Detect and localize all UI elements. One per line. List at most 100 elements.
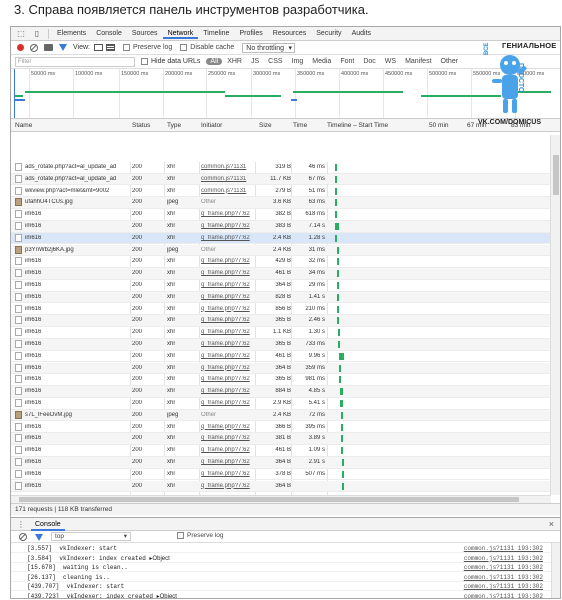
- request-initiator[interactable]: q_frame.php?7:62: [201, 388, 257, 394]
- column-header-status[interactable]: Status: [132, 122, 150, 129]
- table-row[interactable]: im616 200 xhr q_frame.php?7:62 366 B 395 ms: [11, 422, 551, 434]
- overview-icon[interactable]: [106, 44, 115, 51]
- table-row[interactable]: im616 200 xhr q_frame.php?7:62 365 B 981 ms: [11, 374, 551, 386]
- request-name[interactable]: im616: [25, 447, 137, 453]
- throttling-select[interactable]: No throttling: [242, 42, 296, 53]
- table-row[interactable]: im616 200 xhr q_frame.php?7:62 365 B 2.46 s: [11, 315, 551, 327]
- console-filter-icon[interactable]: [35, 534, 43, 541]
- request-initiator[interactable]: common.js?1131: [201, 164, 257, 170]
- request-initiator[interactable]: q_frame.php?7:62: [201, 306, 257, 312]
- console-source-link[interactable]: common.js?1131 193:302: [464, 583, 543, 590]
- column-header-time[interactable]: Time: [293, 122, 307, 129]
- table-row[interactable]: s7L_lFeeOvM.jpg 200 jpeg Other 2.4 KB 72 ms: [11, 409, 551, 422]
- request-initiator[interactable]: q_frame.php?7:62: [201, 376, 257, 382]
- request-name[interactable]: im616: [25, 258, 137, 264]
- tab-elements[interactable]: Elements: [52, 30, 91, 37]
- disable-cache-checkbox[interactable]: [180, 44, 188, 51]
- filter-type-other[interactable]: Other: [437, 58, 463, 65]
- request-name[interactable]: wkview.php?act=mlet&mt=9002: [25, 188, 137, 194]
- request-name[interactable]: im616: [25, 424, 137, 430]
- request-initiator[interactable]: q_frame.php?7:62: [201, 329, 257, 335]
- request-initiator[interactable]: q_frame.php?7:62: [201, 294, 257, 300]
- tab-security[interactable]: Security: [311, 30, 346, 37]
- tab-timeline[interactable]: Timeline: [198, 30, 234, 37]
- table-row[interactable]: p3YnWb2j6KA.jpg 200 jpeg Other 2.4 KB 31 ms: [11, 244, 551, 257]
- table-row[interactable]: im616 200 xhr q_frame.php?7:62 382 B 618 ms: [11, 209, 551, 221]
- request-name[interactable]: im616: [25, 306, 137, 312]
- table-row[interactable]: wkview.php?act=mlet&mt=9002 200 xhr common.…: [11, 186, 551, 198]
- table-row[interactable]: im616 200 xhr q_frame.php?7:62 429 B 32 ms: [11, 256, 551, 268]
- request-name[interactable]: im616: [25, 317, 137, 323]
- console-preserve-log-option[interactable]: Preserve log: [177, 532, 224, 539]
- table-row[interactable]: ads_rotate.php?act=al_update_ad 200 xhr com…: [11, 173, 551, 186]
- request-name[interactable]: im616: [25, 329, 137, 335]
- request-name[interactable]: im616: [25, 294, 137, 300]
- filter-type-xhr[interactable]: XHR: [223, 58, 246, 65]
- table-row[interactable]: im616 200 xhr q_frame.php?7:62 378 B 507 ms: [11, 469, 551, 481]
- request-initiator[interactable]: q_frame.php?7:62: [201, 471, 257, 477]
- close-icon[interactable]: ×: [549, 519, 554, 529]
- request-initiator[interactable]: q_frame.php?7:62: [201, 365, 257, 371]
- filter-type-img[interactable]: Img: [288, 58, 308, 65]
- tab-network[interactable]: Network: [162, 29, 199, 39]
- filter-icon[interactable]: [59, 44, 67, 51]
- request-initiator[interactable]: q_frame.php?7:62: [201, 353, 257, 359]
- request-name[interactable]: s7L_lFeeOvM.jpg: [25, 412, 137, 418]
- hide-data-urls-checkbox[interactable]: [141, 58, 148, 65]
- request-name[interactable]: im616: [25, 471, 137, 477]
- request-name[interactable]: ads_rotate.php?act=al_update_ad: [25, 164, 137, 170]
- console-preserve-log-checkbox[interactable]: [177, 532, 184, 539]
- request-initiator[interactable]: q_frame.php?7:62: [201, 317, 257, 323]
- inspect-element-icon[interactable]: ⬚: [16, 29, 26, 39]
- request-initiator[interactable]: q_frame.php?7:62: [201, 211, 257, 217]
- filter-input[interactable]: Filter: [15, 56, 135, 67]
- context-select[interactable]: top: [51, 532, 131, 541]
- filter-type-all[interactable]: All: [206, 57, 223, 65]
- console-source-link[interactable]: common.js?1131 193:302: [464, 574, 543, 581]
- table-row[interactable]: im616 200 xhr q_frame.php?7:62 461 B 34 ms: [11, 268, 551, 280]
- tab-resources[interactable]: Resources: [268, 30, 311, 37]
- column-header-size[interactable]: Size: [259, 122, 272, 129]
- screenshot-icon[interactable]: [44, 44, 53, 51]
- table-row[interactable]: im616 200 xhr q_frame.php?7:62 364 B 29 ms: [11, 280, 551, 292]
- request-name[interactable]: ufahhU4TCUs.jpg: [25, 199, 137, 205]
- table-row[interactable]: im616 200 xhr q_frame.php?7:62 828 B 1.41 s: [11, 291, 551, 304]
- console-source-link[interactable]: common.js?1131 193:302: [464, 545, 543, 552]
- tab-profiles[interactable]: Profiles: [234, 30, 267, 37]
- request-initiator[interactable]: q_frame.php?7:62: [201, 223, 257, 229]
- request-initiator[interactable]: q_frame.php?7:62: [201, 459, 257, 465]
- device-mode-icon[interactable]: ▯: [32, 29, 42, 39]
- tab-audits[interactable]: Audits: [347, 30, 376, 37]
- clear-icon[interactable]: [30, 43, 38, 52]
- drawer-menu-icon[interactable]: ⋮: [17, 520, 25, 529]
- filter-type-font[interactable]: Font: [336, 58, 358, 65]
- table-row[interactable]: im616 200 xhr q_frame.php?7:62 856 B 210 ms: [11, 304, 551, 316]
- console-source-link[interactable]: common.js?1131 193:302: [464, 564, 543, 571]
- filter-type-js[interactable]: JS: [247, 58, 263, 65]
- request-name[interactable]: im616: [25, 459, 137, 465]
- console-source-link[interactable]: common.js?1131 193:302: [464, 555, 543, 562]
- table-row[interactable]: im616 200 xhr q_frame.php?7:62 1.1 KB 1.30 s: [11, 327, 551, 339]
- grid-horizontal-scrollbar[interactable]: [11, 495, 551, 503]
- request-initiator[interactable]: q_frame.php?7:62: [201, 424, 257, 430]
- table-row[interactable]: im616 200 xhr q_frame.php?7:62 381 B 3.89 s: [11, 433, 551, 445]
- request-name[interactable]: p3YnWb2j6KA.jpg: [25, 247, 137, 253]
- record-icon[interactable]: [17, 44, 24, 51]
- request-initiator[interactable]: q_frame.php?7:62: [201, 258, 257, 264]
- console-object-expander[interactable]: ▸Object: [149, 556, 169, 562]
- preserve-log-checkbox[interactable]: [123, 44, 130, 51]
- request-name[interactable]: im616: [25, 211, 137, 217]
- filter-type-manifest[interactable]: Manifest: [401, 58, 435, 65]
- clear-console-icon[interactable]: [19, 533, 27, 541]
- table-row[interactable]: im616 200 xhr q_frame.php?7:62 365 B 733 ms: [11, 339, 551, 351]
- table-row[interactable]: im616 200 xhr q_frame.php?7:62 364 B 2.91 s: [11, 457, 551, 469]
- tab-console[interactable]: Console: [91, 30, 127, 37]
- tab-console[interactable]: Console: [31, 518, 65, 531]
- request-name[interactable]: im616: [25, 235, 137, 241]
- column-header-time-marker[interactable]: 50 min: [429, 122, 449, 129]
- console-object-expander[interactable]: ▸Object: [157, 594, 177, 598]
- request-initiator[interactable]: q_frame.php?7:62: [201, 400, 257, 406]
- request-initiator[interactable]: q_frame.php?7:62: [201, 435, 257, 441]
- request-name[interactable]: im616: [25, 483, 137, 489]
- request-name[interactable]: im616: [25, 400, 137, 406]
